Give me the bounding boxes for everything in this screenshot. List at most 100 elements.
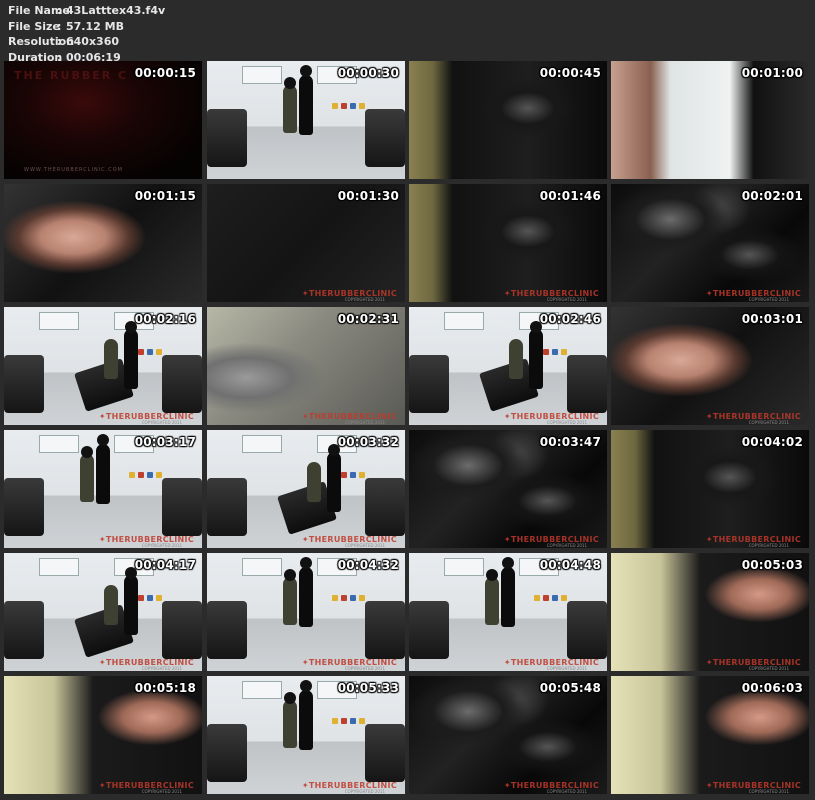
person-head-second: [284, 692, 296, 704]
intro-url-overlay: WWW.THERUBBERCLINIC.COM: [24, 167, 123, 173]
shelf-bottle: [138, 349, 144, 355]
person-figure-seated: [104, 339, 118, 379]
person-head: [502, 557, 514, 569]
timestamp-label: 00:04:48: [539, 558, 601, 572]
watermark-copyright: COPYRIGHTED 2011: [546, 666, 587, 671]
video-thumbnail: 00:04:32 ✦THERUBBERCLINIC COPYRIGHTED 2011: [207, 553, 405, 671]
thumbnail-grid: THE RUBBER C WWW.THERUBBERCLINIC.COM 00:00…: [4, 61, 811, 796]
shelf-bottle: [552, 349, 558, 355]
timestamp-label: 00:05:48: [539, 681, 601, 695]
shelf-bottle: [156, 472, 162, 478]
watermark-copyright: COPYRIGHTED 2011: [141, 666, 182, 671]
video-thumbnail: 00:03:47 ✦THERUBBERCLINIC COPYRIGHTED 2011: [409, 430, 607, 548]
person-figure: [124, 575, 138, 635]
file-size-label: File Size: [8, 19, 60, 33]
video-thumbnail: 00:00:30: [207, 61, 405, 179]
watermark-copyright: COPYRIGHTED 2011: [748, 789, 789, 794]
person-figure-seated: [307, 462, 321, 502]
video-thumbnail: 00:02:46 ✦THERUBBERCLINIC COPYRIGHTED 2011: [409, 307, 607, 425]
timestamp-label: 00:00:30: [337, 66, 399, 80]
watermark-copyright: COPYRIGHTED 2011: [748, 543, 789, 548]
bed-right: [365, 478, 405, 536]
person-head: [300, 557, 312, 569]
video-thumbnail: 00:02:31 ✦THERUBBERCLINIC COPYRIGHTED 2011: [207, 307, 405, 425]
person-head-second: [284, 77, 296, 89]
bed-left: [207, 109, 247, 167]
video-thumbnail: THE RUBBER C WWW.THERUBBERCLINIC.COM 00:00…: [4, 61, 202, 179]
person-figure: [327, 452, 341, 512]
timestamp-label: 00:03:32: [337, 435, 399, 449]
watermark-copyright: COPYRIGHTED 2011: [546, 420, 587, 425]
video-thumbnail: 00:01:30 ✦THERUBBERCLINIC COPYRIGHTED 2011: [207, 184, 405, 302]
person-head: [300, 65, 312, 77]
clinic-window-left: [242, 681, 282, 699]
timestamp-label: 00:01:15: [134, 189, 196, 203]
timestamp-label: 00:02:16: [134, 312, 196, 326]
timestamp-label: 00:00:45: [539, 66, 601, 80]
shelf-bottle: [138, 595, 144, 601]
resolution-colon: :: [57, 35, 62, 48]
clinic-window-left: [39, 558, 79, 576]
bed-left: [207, 601, 247, 659]
bed-left: [409, 355, 449, 413]
watermark-copyright: COPYRIGHTED 2011: [141, 789, 182, 794]
shelf-bottle: [552, 595, 558, 601]
shelf-bottle: [129, 472, 135, 478]
timestamp-label: 00:02:01: [741, 189, 803, 203]
bed-right: [365, 724, 405, 782]
video-thumbnail: 00:04:02 ✦THERUBBERCLINIC COPYRIGHTED 2011: [611, 430, 809, 548]
person-figure-second: [283, 700, 297, 748]
file-size-colon: :: [57, 19, 62, 33]
bed-right: [567, 601, 607, 659]
watermark-copyright: COPYRIGHTED 2011: [748, 420, 789, 425]
bed-right: [365, 109, 405, 167]
watermark-copyright: COPYRIGHTED 2011: [141, 420, 182, 425]
watermark-copyright: COPYRIGHTED 2011: [344, 297, 385, 302]
timestamp-label: 00:01:00: [741, 66, 803, 80]
shelf-bottle: [156, 349, 162, 355]
shelf-bottle: [341, 718, 347, 724]
video-thumbnail: 00:03:01 ✦THERUBBERCLINIC COPYRIGHTED 2011: [611, 307, 809, 425]
video-thumbnail: 00:02:01 ✦THERUBBERCLINIC COPYRIGHTED 2011: [611, 184, 809, 302]
bed-right: [162, 478, 202, 536]
bed-left: [409, 601, 449, 659]
timestamp-label: 00:05:33: [337, 681, 399, 695]
shelf-bottle: [543, 349, 549, 355]
resolution-label: Resolution: [8, 35, 75, 48]
video-thumbnail: 00:01:15: [4, 184, 202, 302]
person-figure: [96, 444, 110, 504]
timestamp-label: 00:05:18: [134, 681, 196, 695]
timestamp-label: 00:04:17: [134, 558, 196, 572]
video-thumbnail: 00:00:45: [409, 61, 607, 179]
person-head: [300, 680, 312, 692]
video-thumbnail: 00:01:00: [611, 61, 809, 179]
shelf-bottle: [350, 103, 356, 109]
person-figure: [299, 567, 313, 627]
shelf-bottle: [359, 718, 365, 724]
clinic-window-left: [39, 435, 79, 453]
watermark-copyright: COPYRIGHTED 2011: [546, 543, 587, 548]
timestamp-label: 00:05:03: [741, 558, 803, 572]
bed-right: [365, 601, 405, 659]
timestamp-label: 00:04:32: [337, 558, 399, 572]
file-size-row: File Size: 57.12 MB: [8, 19, 308, 35]
shelf-bottle: [332, 103, 338, 109]
shelf-bottle: [341, 595, 347, 601]
watermark-copyright: COPYRIGHTED 2011: [546, 297, 587, 302]
shelf-bottle: [534, 595, 540, 601]
person-figure-seated: [104, 585, 118, 625]
shelf-bottle: [147, 595, 153, 601]
clinic-window-left: [444, 312, 484, 330]
bed-right: [162, 355, 202, 413]
shelf-bottle: [350, 595, 356, 601]
shelf-bottle: [156, 595, 162, 601]
file-name-value: 43Latttex43.f4v: [66, 4, 166, 17]
watermark-copyright: COPYRIGHTED 2011: [344, 789, 385, 794]
bed-left: [207, 478, 247, 536]
person-head-second: [81, 446, 93, 458]
shelf-bottle: [350, 718, 356, 724]
person-figure: [299, 75, 313, 135]
timestamp-label: 00:02:31: [337, 312, 399, 326]
timestamp-label: 00:02:46: [539, 312, 601, 326]
video-thumbnail: 00:03:32 ✦THERUBBERCLINIC COPYRIGHTED 2011: [207, 430, 405, 548]
